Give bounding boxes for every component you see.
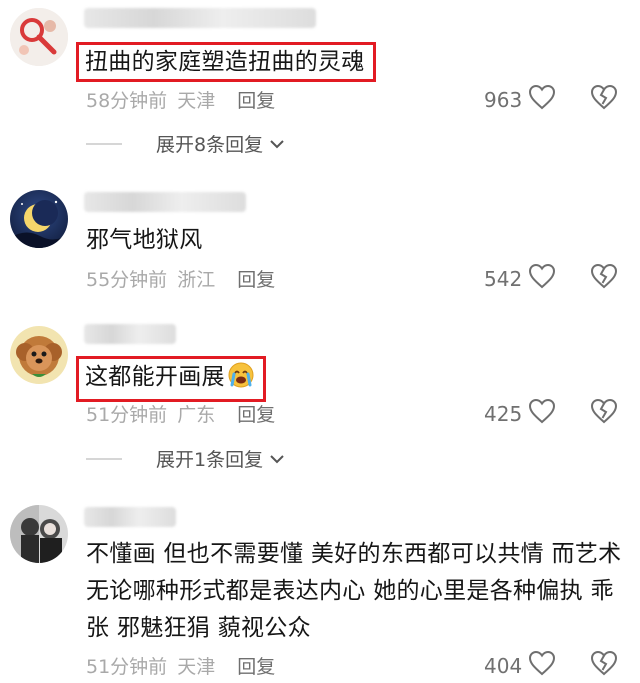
comment-text: 这都能开画展 (76, 356, 266, 402)
comment-text-body: 这都能开画展 (85, 364, 225, 390)
like-button[interactable]: 963 (484, 84, 556, 115)
expand-replies-label: 展开1条回复 (156, 449, 264, 471)
avatar-image (10, 8, 68, 66)
comment-text: 不懂画 但也不需要懂 美好的东西都可以共情 而艺术无论哪种形式都是表达内心 她的… (86, 541, 622, 641)
dislike-button[interactable] (590, 398, 618, 428)
avatar-image (10, 190, 68, 248)
comment-text: 扭曲的家庭塑造扭曲的灵魂 (76, 42, 376, 82)
expand-replies-label: 展开8条回复 (156, 134, 264, 156)
comment-location: 天津 (177, 656, 216, 678)
like-count: 542 (484, 266, 523, 291)
heart-outline-icon (528, 650, 556, 681)
comment-location: 广东 (177, 404, 216, 426)
comment-text: 邪气地狱风 (86, 227, 203, 253)
reply-button[interactable]: 回复 (237, 269, 275, 291)
comment-time: 55分钟前 (86, 269, 168, 291)
comment-time: 51分钟前 (86, 656, 168, 678)
broken-heart-icon (590, 84, 618, 114)
broken-heart-icon (590, 650, 618, 680)
broken-heart-icon (590, 263, 618, 293)
username-blurred[interactable] (84, 507, 176, 527)
chevron-down-icon (269, 133, 285, 155)
username-blurred[interactable] (84, 192, 246, 212)
like-count: 963 (484, 87, 523, 112)
like-count: 404 (484, 653, 523, 678)
divider (86, 142, 122, 145)
expand-replies-button[interactable]: 展开1条回复 (86, 445, 285, 472)
like-button[interactable]: 404 (484, 650, 556, 681)
reply-button[interactable]: 回复 (237, 90, 275, 112)
comment-meta: 55分钟前 浙江 回复 (86, 265, 275, 292)
comment-time: 51分钟前 (86, 404, 168, 426)
heart-outline-icon (528, 398, 556, 429)
chevron-down-icon (269, 448, 285, 470)
avatar[interactable] (10, 505, 68, 563)
like-count: 425 (484, 401, 523, 426)
dislike-button[interactable] (590, 650, 618, 680)
comment-time: 58分钟前 (86, 90, 168, 112)
reply-button[interactable]: 回复 (237, 656, 275, 678)
heart-outline-icon (528, 84, 556, 115)
username-blurred[interactable] (84, 8, 316, 28)
avatar[interactable] (10, 326, 68, 384)
comment-meta: 51分钟前 天津 回复 (86, 652, 275, 679)
username-blurred[interactable] (84, 324, 176, 344)
comment-location: 天津 (177, 90, 216, 112)
expand-replies-button[interactable]: 展开8条回复 (86, 130, 285, 157)
reply-button[interactable]: 回复 (237, 404, 275, 426)
avatar[interactable] (10, 8, 68, 66)
heart-outline-icon (528, 263, 556, 294)
avatar-image (10, 326, 68, 384)
dislike-button[interactable] (590, 84, 618, 114)
avatar-image (10, 505, 68, 563)
like-button[interactable]: 542 (484, 263, 556, 294)
comment-location: 浙江 (177, 269, 216, 291)
avatar[interactable] (10, 190, 68, 248)
divider (86, 457, 122, 460)
broken-heart-icon (590, 398, 618, 428)
comment-meta: 58分钟前 天津 回复 (86, 86, 275, 113)
comment-meta: 51分钟前 广东 回复 (86, 400, 275, 427)
crying-face-icon (227, 361, 255, 397)
dislike-button[interactable] (590, 263, 618, 293)
like-button[interactable]: 425 (484, 398, 556, 429)
